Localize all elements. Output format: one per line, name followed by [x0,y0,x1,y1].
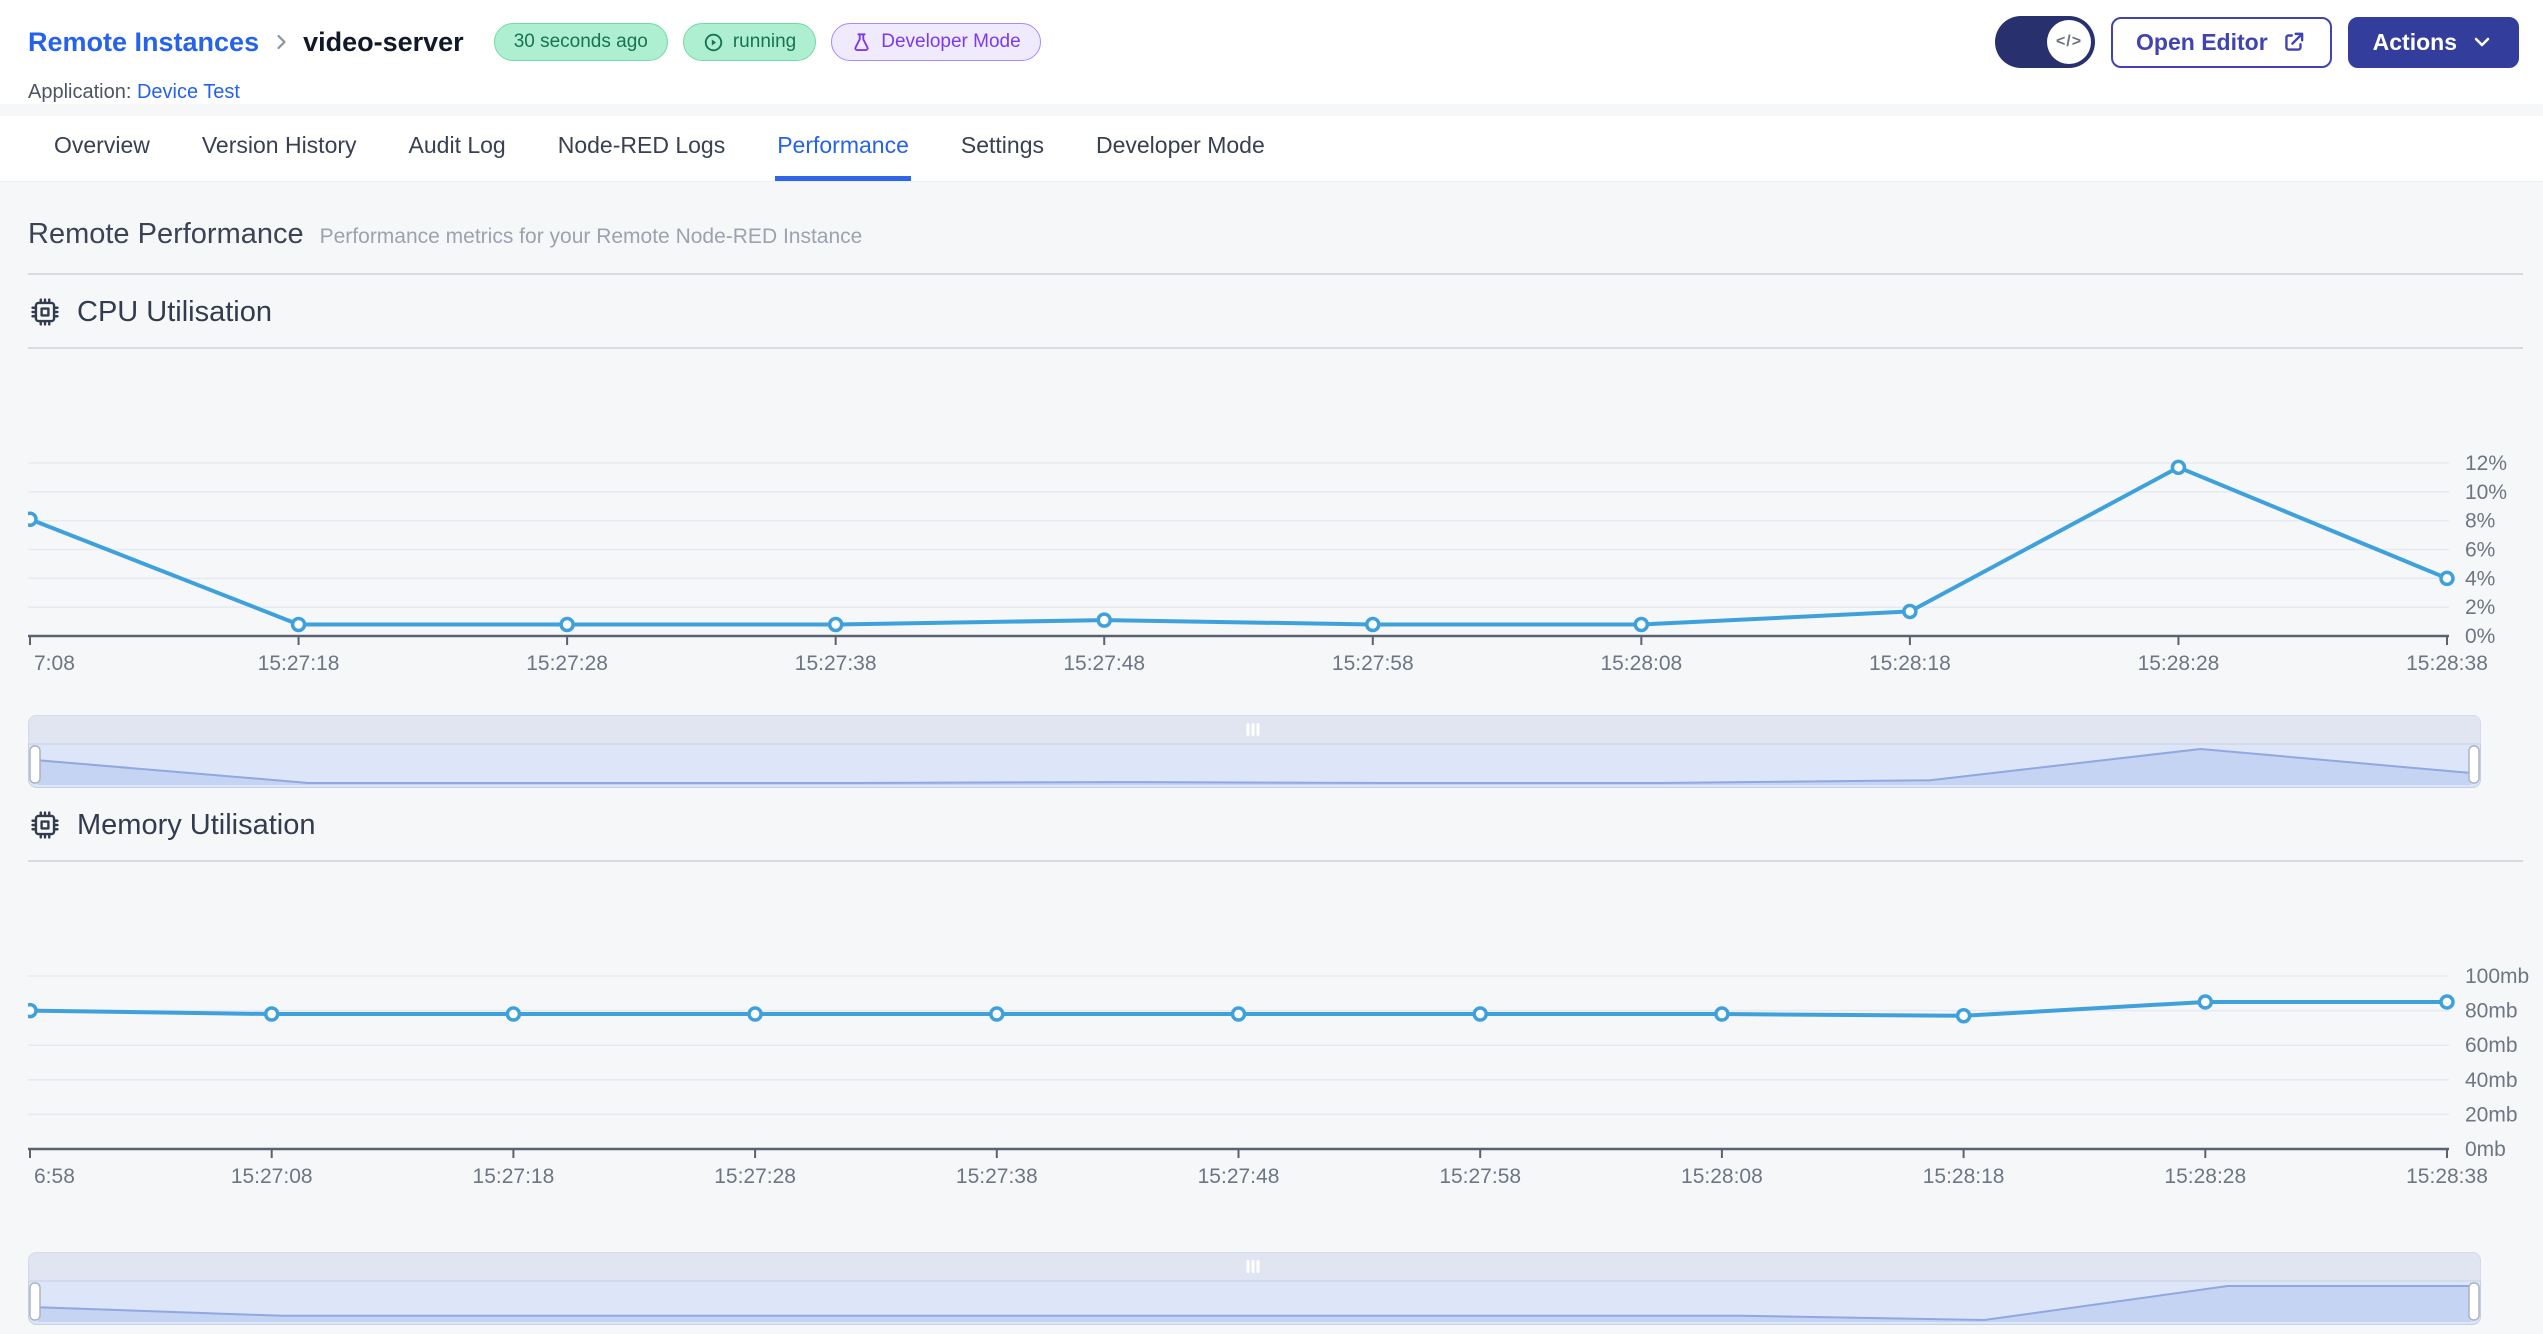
external-link-icon [2284,32,2303,51]
memory-section-divider [28,860,2523,862]
cpu-section: CPU Utilisation 0% 2% 4% 6% 8% 10% 12% 7:08 15:2… [28,295,2523,788]
svg-text:15:27:18: 15:27:18 [473,1165,555,1186]
page-subtitle: Performance metrics for your Remote Node… [319,225,863,248]
memory-utilisation-chart: 0mb 20mb 40mb 60mb 80mb 100mb 6:58 15:27:08 15:2… [28,965,2529,1186]
memory-chip-icon [31,811,59,839]
tab-node-red-logs[interactable]: Node-RED Logs [556,116,727,181]
svg-text:15:27:28: 15:27:28 [526,652,608,673]
developer-mode-label: Developer Mode [881,31,1021,52]
svg-text:15:27:18: 15:27:18 [258,652,340,673]
cpu-section-title: CPU Utilisation [28,295,2523,329]
code-icon: </> [2047,20,2092,64]
svg-text:0%: 0% [2465,625,2495,648]
svg-text:15:28:08: 15:28:08 [1600,652,1682,673]
tab-audit-log[interactable]: Audit Log [407,116,508,181]
memory-section: Memory Utilisation 0mb 20mb 40mb 60mb 80mb 10… [28,808,2529,1325]
open-editor-label: Open Editor [2136,28,2268,55]
breadcrumb-current: video-server [303,26,464,57]
application-line: Application: Device Test [28,81,2519,104]
svg-text:15:28:28: 15:28:28 [2138,652,2220,673]
svg-text:15:28:28: 15:28:28 [2164,1165,2246,1186]
svg-text:15:27:38: 15:27:38 [956,1165,1038,1186]
svg-text:8%: 8% [2465,510,2495,533]
cpu-section-divider [28,347,2523,349]
svg-text:15:28:08: 15:28:08 [1681,1165,1763,1186]
breadcrumb-chevron-icon [269,30,293,54]
running-status-label: running [732,31,797,52]
svg-text:15:27:08: 15:27:08 [231,1165,313,1186]
memory-chart-range-slider[interactable] [28,1252,2481,1325]
page-title: Remote Performance [28,218,304,250]
svg-text:0mb: 0mb [2465,1138,2506,1161]
open-editor-button[interactable]: Open Editor [2111,16,2332,68]
tab-developer-mode[interactable]: Developer Mode [1094,116,1267,181]
tab-version-history[interactable]: Version History [200,116,359,181]
svg-text:80mb: 80mb [2465,1000,2518,1023]
actions-button[interactable]: Actions [2347,16,2519,68]
cpu-chart-range-slider[interactable] [28,715,2481,788]
svg-text:15:28:18: 15:28:18 [1869,652,1951,673]
page-header: Remote Instances video-server 30 seconds… [0,0,2543,104]
performance-content: Remote Performance Performance metrics f… [0,182,2543,1325]
svg-text:100mb: 100mb [2465,965,2529,988]
header-controls: </> Open Editor Actions [1995,16,2519,68]
tab-settings[interactable]: Settings [959,116,1046,181]
svg-text:15:28:38: 15:28:38 [2406,652,2488,673]
tab-overview[interactable]: Overview [52,116,152,181]
svg-text:6:58: 6:58 [34,1165,75,1186]
tab-bar: Overview Version History Audit Log Node-… [0,116,2543,182]
tab-performance[interactable]: Performance [775,116,911,181]
application-link[interactable]: Device Test [137,81,240,103]
svg-text:2%: 2% [2465,596,2495,619]
svg-text:60mb: 60mb [2465,1034,2518,1057]
breadcrumb-parent-link[interactable]: Remote Instances [28,27,259,58]
cpu-chip-icon [31,298,59,326]
svg-text:15:27:58: 15:27:58 [1439,1165,1521,1186]
memory-section-title: Memory Utilisation [28,808,2523,842]
svg-text:15:27:48: 15:27:48 [1063,652,1145,673]
status-badges: 30 seconds ago running Developer Mode [493,23,1041,61]
svg-text:15:27:38: 15:27:38 [795,652,877,673]
svg-text:7:08: 7:08 [34,652,75,673]
developer-mode-toggle[interactable]: </> [1995,16,2096,68]
svg-text:4%: 4% [2465,567,2495,590]
title-divider [28,273,2523,275]
last-seen-label: 30 seconds ago [513,31,648,52]
developer-mode-badge: Developer Mode [831,23,1041,61]
svg-text:12%: 12% [2465,452,2507,475]
svg-text:15:27:48: 15:27:48 [1198,1165,1280,1186]
svg-text:15:27:28: 15:27:28 [714,1165,796,1186]
application-label: Application: [28,81,132,103]
cpu-utilisation-chart: 0% 2% 4% 6% 8% 10% 12% 7:08 15:27:18 15:27:28 15:2… [28,452,2507,673]
cpu-section-label: CPU Utilisation [77,295,272,328]
running-status-badge: running [682,23,817,61]
svg-text:40mb: 40mb [2465,1069,2518,1092]
svg-text:15:27:58: 15:27:58 [1332,652,1414,673]
actions-label: Actions [2372,28,2457,55]
flask-icon [854,32,869,51]
svg-text:10%: 10% [2465,481,2507,504]
svg-text:6%: 6% [2465,539,2495,562]
play-circle-icon [704,33,723,51]
last-seen-badge: 30 seconds ago [493,23,668,61]
memory-section-label: Memory Utilisation [77,808,316,841]
svg-text:20mb: 20mb [2465,1103,2518,1126]
chevron-down-icon [2474,37,2490,47]
svg-text:15:28:38: 15:28:38 [2406,1165,2488,1186]
svg-text:15:28:18: 15:28:18 [1923,1165,2005,1186]
